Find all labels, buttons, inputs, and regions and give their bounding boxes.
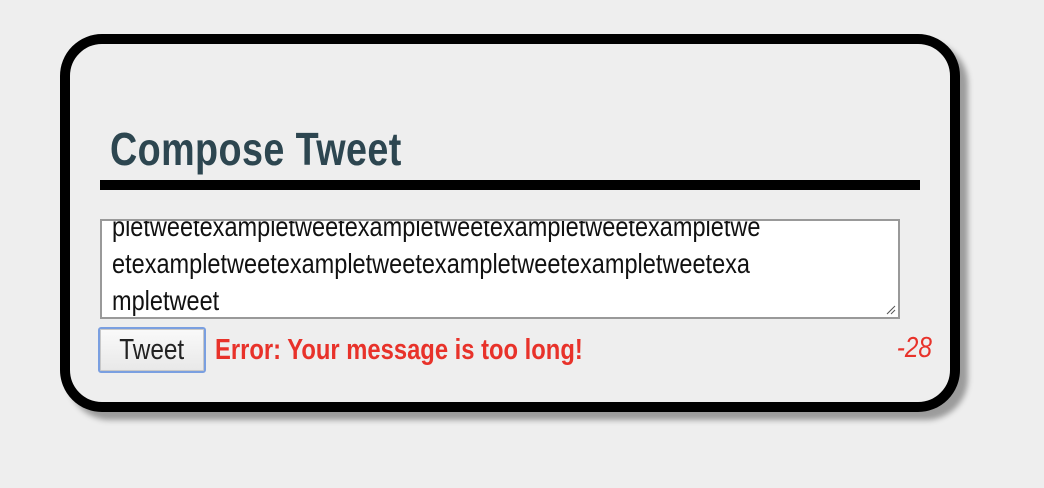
tweet-button-label: Tweet — [119, 333, 185, 366]
character-count: -28 — [896, 332, 932, 364]
tweet-button[interactable]: Tweet — [98, 327, 206, 373]
page-title: Compose Tweet — [110, 123, 402, 175]
resize-grip-icon[interactable] — [884, 303, 896, 315]
tweet-textarea[interactable]: pletweetexampletweetexampletweetexamplet… — [100, 219, 900, 319]
title-divider — [100, 180, 920, 190]
tweet-text-line: mpletweet — [112, 285, 220, 316]
error-message: Error: Your message is too long! — [215, 334, 583, 366]
tweet-text: pletweetexampletweetexampletweetexamplet… — [112, 219, 761, 317]
tweet-text-line: etexampletweetexampletweetexampletweetex… — [112, 248, 751, 279]
tweet-text-line: pletweetexampletweetexampletweetexamplet… — [112, 219, 761, 242]
compose-tweet-card: Compose Tweet pletweetexampletweetexampl… — [60, 34, 960, 412]
